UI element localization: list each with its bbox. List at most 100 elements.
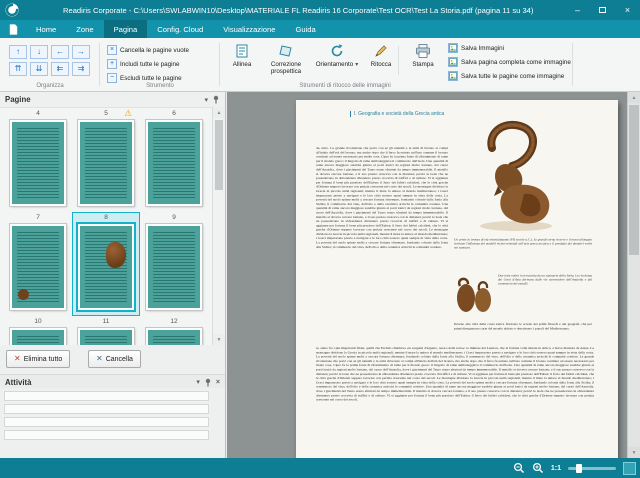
image-icon — [448, 71, 458, 81]
move-page-first-button[interactable]: ⇈ — [9, 62, 27, 76]
scrollbar-thumb[interactable] — [629, 105, 639, 255]
scroll-down-icon[interactable]: ▼ — [628, 447, 640, 458]
zoom-1-1-button[interactable]: 1:1 — [551, 465, 561, 472]
document-scrollbar[interactable]: ▲ ▼ — [627, 92, 640, 458]
save-all-pages-image-button[interactable]: Salva tutte le pagine come immagine — [448, 70, 564, 82]
thumb-artifact-image — [18, 289, 29, 300]
save-full-page-image-button[interactable]: Salva pagina completa come immagine — [448, 56, 571, 68]
activity-row — [4, 391, 209, 401]
title-bar: Readiris Corporate - C:\Users\SWLABWIN10… — [0, 0, 640, 20]
maximize-icon — [599, 7, 606, 13]
thumbnail-grid: 4 ⚠ 5 6 7 8 — [0, 107, 212, 345]
group-separator — [572, 43, 573, 86]
page-number: 10 — [34, 318, 41, 328]
move-page-last-button[interactable]: ⇊ — [30, 62, 48, 76]
tab-pagina[interactable]: Pagina — [104, 20, 148, 38]
thumbnail-image — [10, 120, 66, 206]
resize-grip[interactable] — [623, 462, 636, 475]
orientation-button[interactable]: Orientamento▾ — [312, 41, 362, 85]
tab-visualizzazione[interactable]: Visualizzazione — [213, 20, 285, 38]
delete-all-button[interactable]: ✕ Elimina tutto — [6, 350, 70, 368]
maximize-button[interactable] — [590, 0, 615, 20]
pages-sidebar: Pagine ▾ 4 ⚠ 5 6 — [0, 92, 226, 458]
image-caption: Due teste votive in terracotta da un san… — [498, 274, 592, 320]
save-images-label: Salva Immagini — [461, 45, 504, 52]
tab-config-cloud[interactable]: Config. Cloud — [147, 20, 213, 38]
thumbnail-image — [78, 120, 134, 206]
close-button[interactable]: × — [615, 0, 640, 20]
page-thumbnail-5[interactable]: ⚠ 5 — [72, 108, 140, 212]
group-ritocco: Allinea Correzione prospettica Orientame… — [220, 38, 570, 91]
save-images-button[interactable]: Salva Immagini — [448, 42, 504, 54]
button-separator — [398, 46, 399, 75]
file-menu-button[interactable] — [0, 20, 26, 38]
tab-zone[interactable]: Zone — [66, 20, 103, 38]
align-icon — [234, 41, 250, 59]
save-full-page-image-label: Salva pagina completa come immagine — [461, 59, 571, 66]
activity-panel-title: Attività — [5, 378, 31, 387]
delete-blank-pages-button[interactable]: × Cancella le pagine vuote — [107, 44, 189, 56]
page-thumbnail-12[interactable]: 12 — [140, 316, 208, 345]
clear-icon: ✕ — [96, 355, 103, 363]
scrollbar-thumb[interactable] — [215, 120, 223, 190]
clear-button[interactable]: ✕ Cancella — [88, 350, 141, 368]
close-icon[interactable]: × — [216, 379, 220, 386]
thumbnail-image — [146, 328, 202, 345]
perspective-icon — [278, 41, 294, 59]
include-all-pages-button[interactable]: + Includi tutte le pagine — [107, 58, 180, 70]
page-thumbnail-7[interactable]: 7 — [4, 212, 72, 316]
chevron-down-icon[interactable]: ▾ — [355, 62, 358, 68]
move-page-right-button[interactable]: → — [72, 45, 90, 59]
chevron-down-icon[interactable]: ▾ — [196, 378, 200, 386]
delete-page-icon: × — [107, 45, 117, 55]
print-button[interactable]: Stampa — [404, 41, 442, 85]
activity-row — [4, 404, 209, 414]
page-number: 5 — [104, 110, 108, 120]
chevron-down-icon[interactable]: ▾ — [204, 96, 208, 104]
retouch-button[interactable]: Ritocca — [364, 41, 398, 85]
page-number: 4 — [36, 110, 40, 120]
rotate-icon — [329, 41, 345, 59]
scroll-up-icon[interactable]: ▲ — [628, 92, 640, 103]
tab-guida[interactable]: Guida — [285, 20, 325, 38]
zoom-slider-thumb[interactable] — [576, 464, 582, 473]
status-bar: 1:1 — [0, 458, 640, 478]
window-title: Readiris Corporate - C:\Users\SWLABWIN10… — [63, 6, 533, 15]
page-thumbnail-9[interactable]: 9 — [140, 212, 208, 316]
swap-page-forward-button[interactable]: ⇉ — [72, 62, 90, 76]
page-number: 7 — [36, 214, 40, 224]
include-all-pages-label: Includi tutte le pagine — [120, 61, 180, 68]
retouch-label: Ritocca — [371, 61, 392, 68]
page-thumbnail-11[interactable]: 11 — [72, 316, 140, 345]
perspective-correction-button[interactable]: Correzione prospettica — [262, 41, 310, 85]
page-thumbnail-8-selected[interactable]: 8 — [72, 212, 140, 316]
image-icon — [448, 57, 458, 67]
zoom-out-icon[interactable] — [513, 462, 525, 474]
minimize-button[interactable]: – — [565, 0, 590, 20]
align-button[interactable]: Allinea — [224, 41, 260, 85]
swap-page-back-button[interactable]: ⇇ — [51, 62, 69, 76]
move-page-left-button[interactable]: ← — [51, 45, 69, 59]
zoom-slider[interactable] — [568, 467, 616, 470]
move-page-up-button[interactable]: ↑ — [9, 45, 27, 59]
tab-home[interactable]: Home — [26, 20, 66, 38]
image-caption: Un ariete in bronzo di età orientalizzan… — [454, 238, 592, 270]
group-label-strumento: Strumento — [101, 83, 219, 89]
app-window: Readiris Corporate - C:\Users\SWLABWIN10… — [0, 0, 640, 478]
zoom-in-icon[interactable] — [532, 462, 544, 474]
ribbon-tab-bar: Home Zone Pagina Config. Cloud Visualizz… — [0, 20, 640, 38]
page-thumbnail-4[interactable]: 4 — [4, 108, 72, 212]
thumbnails-scrollbar[interactable]: ▲ ▼ — [212, 107, 225, 345]
document-viewer: I. Geografia e società della Grecia anti… — [227, 92, 640, 458]
thumbnail-image — [78, 224, 134, 310]
pin-icon[interactable] — [204, 378, 212, 387]
scroll-down-icon[interactable]: ▼ — [213, 334, 225, 345]
scroll-up-icon[interactable]: ▲ — [213, 107, 225, 118]
move-page-down-button[interactable]: ↓ — [30, 45, 48, 59]
print-label: Stampa — [412, 61, 433, 68]
pin-icon[interactable] — [212, 95, 220, 104]
activity-list — [0, 388, 225, 458]
ribbon: ↑ ↓ ← → ⇈ ⇊ ⇇ ⇉ Organizza × Cancella le … — [0, 38, 640, 92]
page-thumbnail-10[interactable]: 10 — [4, 316, 72, 345]
page-thumbnail-6[interactable]: 6 — [140, 108, 208, 212]
